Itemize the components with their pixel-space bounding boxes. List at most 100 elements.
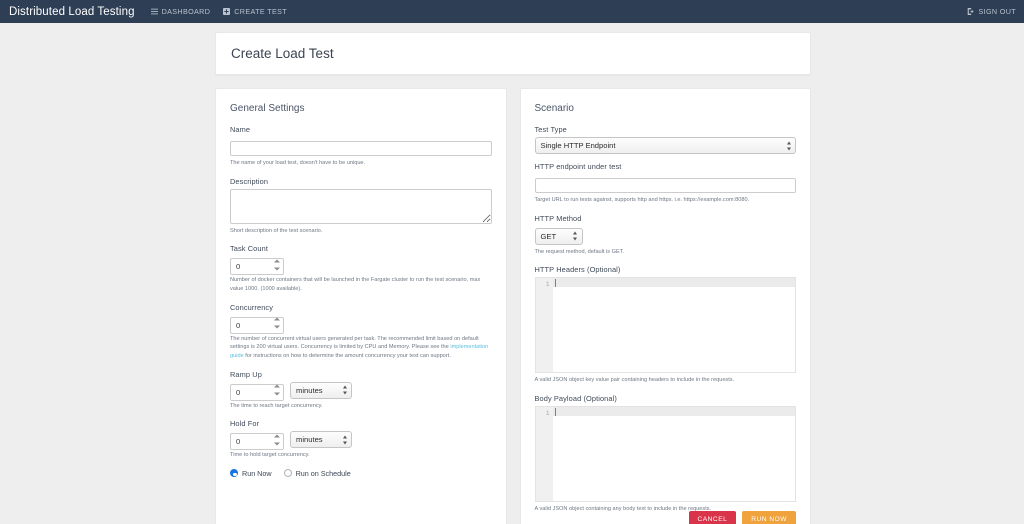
concurrency-help: The number of concurrent virtual users g…	[230, 335, 492, 361]
page-body: Create Load Test General Settings Name T…	[0, 23, 1024, 524]
body-payload-gutter: 1	[535, 406, 553, 501]
signout-icon	[967, 8, 975, 15]
nav-item-signout[interactable]: SIGN OUT	[967, 7, 1016, 16]
nav-item-create-test-label: CREATE TEST	[234, 7, 287, 16]
http-headers-caret	[554, 279, 556, 288]
field-task-count: Task Count Number of docker containers t…	[230, 244, 492, 293]
field-name: Name The name of your load test, doesn't…	[230, 125, 492, 168]
http-method-select[interactable]: GET	[534, 227, 583, 245]
page-title: Create Load Test	[231, 46, 334, 61]
content-container: Create Load Test General Settings Name T…	[215, 23, 811, 524]
scenario-column: Scenario Test Type Single HTTP Endpoint …	[519, 88, 811, 524]
radio-run-now-label: Run Now	[242, 468, 272, 478]
body-payload-editor-body[interactable]	[552, 406, 795, 501]
hold-for-unit-value: minutes	[296, 435, 323, 445]
http-headers-label: HTTP Headers (Optional)	[534, 265, 621, 275]
run-now-button[interactable]: RUN NOW	[742, 510, 796, 524]
radio-run-on-schedule-label: Run on Schedule	[295, 468, 351, 478]
hold-for-row: minutes	[230, 431, 492, 451]
hold-for-help: Time to hold target concurrency.	[230, 452, 310, 459]
description-label: Description	[230, 176, 269, 186]
http-headers-editor[interactable]: 1	[534, 277, 796, 374]
radio-run-now-dot	[230, 469, 238, 478]
description-textarea[interactable]	[230, 188, 492, 224]
description-help: Short description of the test scenario.	[230, 227, 323, 234]
field-test-type: Test Type Single HTTP Endpoint	[534, 125, 796, 154]
body-payload-caret	[554, 407, 556, 416]
ramp-up-unit-value: minutes	[296, 385, 323, 395]
hold-for-spin-icon[interactable]	[274, 434, 280, 446]
radio-run-on-schedule[interactable]: Run on Schedule	[283, 468, 351, 478]
hold-for-unit-select[interactable]: minutes	[290, 431, 352, 449]
http-headers-gutter: 1	[535, 278, 553, 373]
http-headers-active-line	[552, 278, 795, 288]
http-headers-help: A valid JSON object key value pair conta…	[534, 377, 735, 384]
test-type-select[interactable]: Single HTTP Endpoint	[534, 137, 796, 154]
navbar-right: SIGN OUT	[967, 7, 1016, 16]
name-input[interactable]	[230, 141, 492, 156]
plus-square-icon	[223, 8, 231, 15]
page-title-card: Create Load Test	[215, 32, 811, 75]
field-endpoint: HTTP endpoint under test Target URL to r…	[534, 162, 796, 205]
scenario-heading: Scenario	[534, 103, 574, 114]
ramp-up-help: The time to reach target concurrency.	[230, 402, 323, 409]
ramp-up-row: minutes	[230, 381, 492, 401]
cancel-button[interactable]: CANCEL	[688, 510, 737, 524]
chevron-updown-icon	[342, 385, 347, 395]
test-type-value: Single HTTP Endpoint	[540, 141, 616, 150]
chevron-updown-icon	[786, 141, 791, 150]
endpoint-label: HTTP endpoint under test	[534, 162, 622, 171]
scenario-panel: Scenario Test Type Single HTTP Endpoint …	[519, 88, 811, 524]
general-settings-panel: General Settings Name The name of your l…	[215, 88, 507, 524]
field-body-payload: Body Payload (Optional) 1 A valid JSON o…	[534, 393, 796, 514]
field-hold-for: Hold For minutes Time to hold targe	[230, 419, 492, 460]
task-count-stepper[interactable]	[230, 256, 284, 276]
concurrency-spin-icon[interactable]	[274, 317, 280, 329]
hold-for-stepper[interactable]	[230, 431, 284, 451]
ramp-up-unit-select[interactable]: minutes	[290, 381, 352, 399]
field-http-method: HTTP Method GET The request method, defa…	[534, 213, 797, 257]
general-settings-heading: General Settings	[230, 103, 305, 114]
ramp-up-label: Ramp Up	[230, 369, 262, 379]
http-method-label: HTTP Method	[534, 213, 582, 223]
field-description: Description Short description of the tes…	[230, 177, 492, 236]
concurrency-help-after: for instructions on how to determine the…	[243, 352, 451, 359]
form-columns: General Settings Name The name of your l…	[215, 88, 811, 524]
general-settings-column: General Settings Name The name of your l…	[215, 88, 507, 524]
task-count-spin-icon[interactable]	[274, 259, 280, 271]
task-count-label: Task Count	[230, 244, 268, 254]
body-payload-editor[interactable]: 1	[534, 405, 796, 502]
nav-item-create-test[interactable]: CREATE TEST	[223, 7, 287, 16]
radio-run-on-schedule-dot	[283, 469, 292, 478]
chevron-updown-icon	[573, 231, 578, 241]
field-concurrency: Concurrency The number of concurrent vir…	[230, 303, 492, 361]
concurrency-label: Concurrency	[230, 302, 273, 312]
nav-item-dashboard-label: DASHBOARD	[161, 7, 211, 16]
concurrency-stepper[interactable]	[230, 315, 284, 334]
ramp-up-stepper[interactable]	[230, 382, 284, 401]
body-payload-label: Body Payload (Optional)	[534, 393, 617, 403]
field-ramp-up: Ramp Up minutes The time to reach t	[230, 370, 492, 411]
radio-run-now[interactable]: Run Now	[230, 469, 272, 478]
top-navbar: Distributed Load Testing DASHBOARD CREAT…	[0, 0, 1024, 23]
hamburger-icon	[150, 8, 158, 15]
name-help: The name of your load test, doesn't have…	[230, 160, 366, 166]
task-count-help: Number of docker containers that will be…	[230, 277, 481, 292]
body-payload-active-line	[552, 406, 795, 416]
nav-item-dashboard[interactable]: DASHBOARD	[150, 7, 211, 16]
app-brand: Distributed Load Testing	[9, 5, 135, 18]
ramp-up-spin-icon[interactable]	[274, 384, 280, 396]
name-label: Name	[230, 125, 251, 134]
http-method-help: The request method, default is GET.	[534, 248, 625, 255]
field-http-headers: HTTP Headers (Optional) 1 A valid JSON o…	[534, 265, 796, 385]
nav-item-signout-label: SIGN OUT	[978, 7, 1016, 16]
test-type-label: Test Type	[534, 125, 567, 134]
http-headers-editor-body[interactable]	[552, 278, 795, 372]
http-method-value: GET	[540, 231, 557, 241]
chevron-updown-icon	[342, 435, 347, 445]
concurrency-help-before: The number of concurrent virtual users g…	[230, 335, 479, 351]
schedule-radio-group: Run Now Run on Schedule	[230, 469, 492, 478]
endpoint-input[interactable]	[534, 178, 796, 193]
navbar-links: DASHBOARD CREATE TEST	[150, 7, 287, 16]
hold-for-label: Hold For	[230, 419, 260, 429]
